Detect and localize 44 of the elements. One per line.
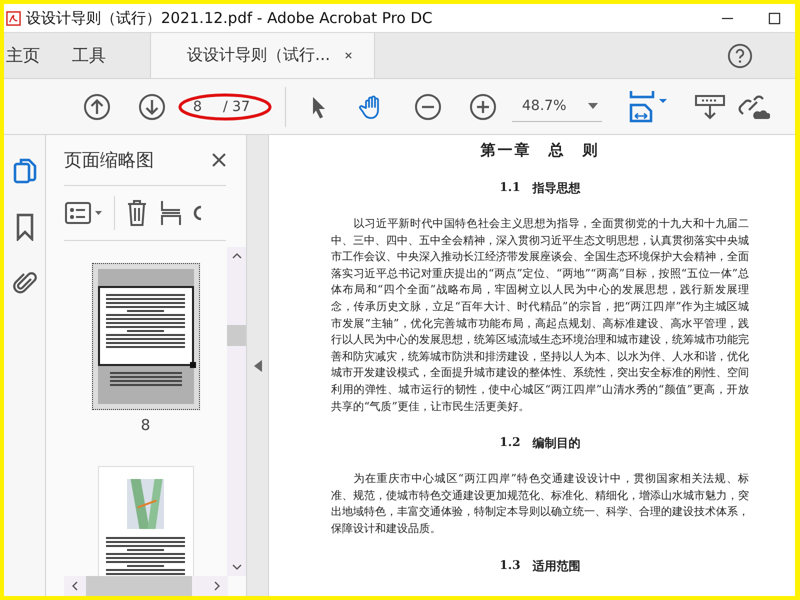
window-title: 设设计导则（试行）2021.12.pdf - Adobe Acrobat Pro DC	[26, 8, 432, 28]
zoom-out-icon[interactable]	[414, 92, 442, 120]
scroll-thumb[interactable]	[86, 576, 192, 596]
body-paragraph: 以习近平新时代中国特色社会主义思想为指导，全面贯彻党的十九大和十九届二中、三中、四中、五中全会精神，深入贯彻习近平生态文明思想，认真贯彻落实中央城市工作会议、中央深入推动长江经济带发展座谈会、全国生态环境保护大会精神，全面落实习近平总书记对重庆提出的“两点”定位、“两地”“两高”目标，按照“五位一体”总体布局和“四个全面”战略布局，牢固树立以人民为中心的发展思想，践行新发展理念，传承历史文脉，立足“百年大计、时代精品”的宗旨，把“两江四岸”作为主城区城市发展“主轴”，优化完善城市功能布局，高起点规划、高标准建设、高水平管理，践行以人民为中心的发展思想，统筹区域流域生态环境治理和城市建设，统筹城市功能完善和防灾减灾，统筹城市防洪和排涝建设，坚持以人为本、以水为伴、人水和谐，优化城市开发建设模式，全面提升城市建设的整体性、系统性，突出安全标准的刚性、空间利用的弹性、城市运行的韧性，使中心城区“两江四岸”山清水秀的“颜值”更高，开放共享的“气质”更佳，让市民生活更美好。	[331, 216, 749, 415]
caret-icon	[588, 103, 598, 109]
help-icon[interactable]	[727, 42, 753, 68]
body-paragraph: 为在重庆市中心城区“两江四岸”特色交通建设设计中，贯彻国家相关法规、标准、规范，使城市特色交通建设更加规范化、标准化、精细化，增添山水城市魅力，突出地域特色，丰富交通体验，特制定本导则以确立统一、科学、合理的建设技术体系，保障设计和建设品质。	[331, 471, 749, 537]
page-thumbnails-icon[interactable]	[12, 157, 36, 185]
close-icon[interactable]	[212, 153, 226, 167]
scroll-down-icon[interactable]	[232, 564, 242, 570]
collapse-arrow-icon[interactable]	[254, 360, 262, 372]
page-thumbnail[interactable]	[92, 263, 200, 410]
previous-page-icon[interactable]	[83, 92, 111, 120]
page-number-label: 8	[140, 416, 150, 434]
page-count: / 37	[223, 98, 250, 114]
trash-icon[interactable]	[125, 199, 149, 227]
vertical-scrollbar[interactable]	[227, 247, 246, 576]
document-tab[interactable]: 设设计导则（试行...	[150, 33, 375, 78]
horizontal-scrollbar[interactable]	[64, 576, 228, 596]
section-title: 编制目的	[532, 435, 580, 452]
page-number-field[interactable]: 8	[193, 98, 209, 114]
cloud-link-icon[interactable]	[738, 92, 770, 120]
zoom-dropdown[interactable]: 48.7%	[512, 92, 602, 122]
document-tab-label[interactable]: 设设计导则（试行...	[187, 45, 330, 66]
chapter-title: 第一章 总 则	[480, 141, 600, 160]
section-number: 1.3	[500, 558, 520, 574]
panel-title: 页面缩略图	[64, 149, 154, 172]
stamp-icon[interactable]	[694, 92, 726, 120]
nav-tab[interactable]: 工具	[70, 33, 120, 78]
close-icon[interactable]	[344, 51, 354, 60]
section-title: 适用范围	[532, 558, 580, 574]
insert-page-icon[interactable]	[159, 199, 183, 227]
zoom-in-icon[interactable]	[469, 92, 497, 120]
scroll-up-icon[interactable]	[232, 253, 242, 259]
section-number: 1.1	[500, 180, 520, 196]
section-number: 1.2	[500, 435, 520, 452]
options-list-icon[interactable]	[64, 200, 104, 226]
section-title: 指导思想	[532, 180, 580, 197]
scroll-thumb[interactable]	[227, 325, 246, 346]
nav-tab[interactable]: 主页	[4, 33, 54, 78]
next-page-icon[interactable]	[138, 92, 166, 120]
maximize-icon[interactable]	[768, 12, 781, 24]
scroll-left-icon[interactable]	[72, 581, 78, 591]
scroll-right-icon[interactable]	[214, 581, 220, 591]
